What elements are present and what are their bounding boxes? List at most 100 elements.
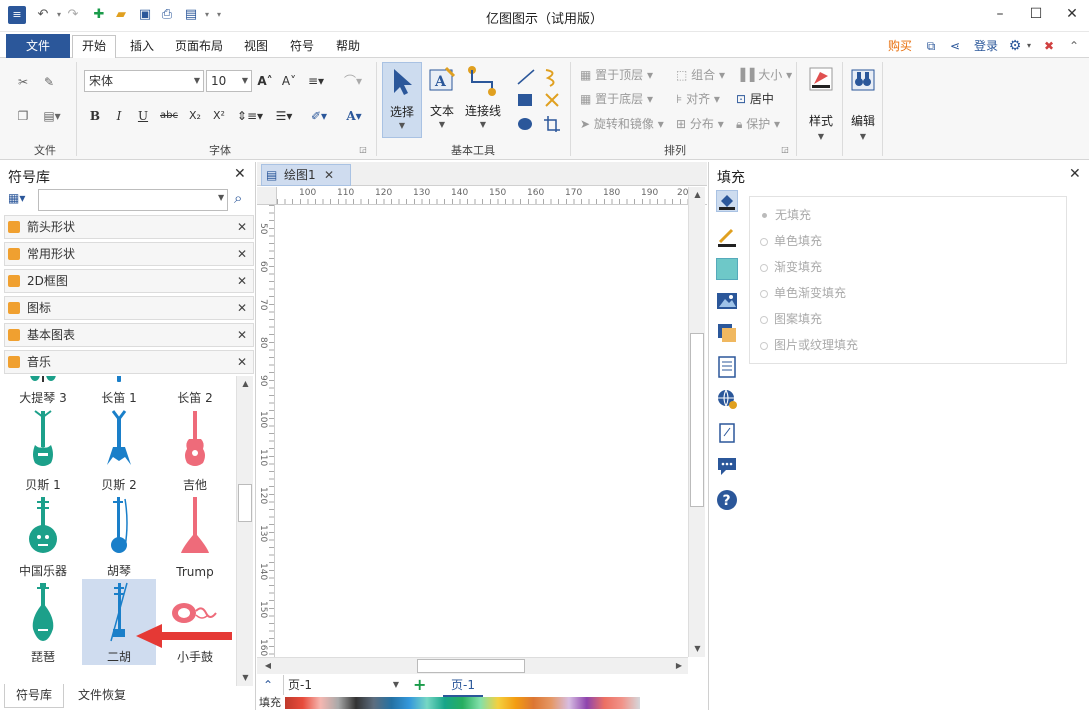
select-button[interactable]: 选择 ▼ [382, 62, 422, 138]
share-window-icon[interactable]: ⧉ [922, 36, 940, 58]
category-arrow-shapes[interactable]: 箭头形状 ✕ [4, 215, 254, 239]
protect-button[interactable]: 🔒︎ 保护 ▾ [736, 115, 780, 133]
scroll-down-icon[interactable]: ▼ [237, 670, 254, 686]
symbol-guitar[interactable]: 吉他 [158, 407, 232, 493]
page-selector[interactable]: 页-1 ▼ [283, 675, 403, 695]
image-icon[interactable] [716, 290, 738, 312]
italic-icon[interactable]: I [110, 106, 128, 126]
fill-option-pattern[interactable]: 图案填充 [760, 310, 822, 327]
bold-icon[interactable]: B [86, 106, 104, 126]
layers-icon[interactable] [716, 322, 738, 344]
scroll-up-icon[interactable]: ▲ [237, 376, 254, 392]
collapse-ribbon-icon[interactable]: ⌃ [1066, 36, 1082, 58]
symbol-pipa[interactable]: 琵琶 [6, 579, 80, 665]
canvas-vertical-scrollbar[interactable]: ▲ ▼ [688, 187, 705, 657]
buy-link[interactable]: 购买 [884, 36, 916, 58]
fill-option-solid[interactable]: 单色填充 [760, 232, 822, 249]
category-2d-block[interactable]: 2D框图 ✕ [4, 269, 254, 293]
chevron-down-icon[interactable]: ▼ [218, 193, 224, 202]
text-curve-icon[interactable]: ⌒▾ [338, 71, 368, 91]
arrange-dialog-launcher-icon[interactable]: ◲ [780, 140, 790, 160]
style-button[interactable]: 样式 ▼ [804, 64, 838, 144]
tab-page-layout[interactable]: 页面布局 [168, 36, 230, 58]
scroll-left-icon[interactable]: ◀ [261, 658, 275, 674]
add-page-icon[interactable]: + [413, 675, 426, 695]
comment-icon[interactable] [716, 455, 738, 477]
symbol-grid-scrollbar[interactable]: ▲ ▼ [236, 376, 253, 686]
hyperlink-globe-icon[interactable] [716, 388, 738, 410]
scroll-thumb[interactable] [238, 484, 252, 522]
close-icon[interactable]: ✕ [1069, 166, 1081, 182]
tab-insert[interactable]: 插入 [122, 36, 162, 58]
edit-button[interactable]: 编辑 ▼ [846, 64, 880, 144]
close-icon[interactable]: ✕ [234, 166, 246, 182]
tab-home[interactable]: 开始 [72, 35, 116, 59]
font-dialog-launcher-icon[interactable]: ◲ [358, 140, 368, 160]
symbol-flute-2[interactable]: 长笛 2 [158, 376, 232, 406]
symbol-cello-3[interactable]: 大提琴 3 [6, 376, 80, 406]
color-swatches[interactable] [285, 697, 640, 709]
line-style-icon[interactable] [716, 226, 738, 248]
tab-view[interactable]: 视图 [236, 36, 276, 58]
share-icon[interactable]: ⋖ [946, 36, 964, 58]
minimize-button[interactable]: – [990, 4, 1010, 24]
scroll-down-icon[interactable]: ▼ [689, 641, 706, 657]
send-to-back-button[interactable]: ▦ 置于底层 ▾ [580, 90, 653, 108]
symbol-search-input[interactable] [38, 189, 228, 211]
center-button[interactable]: ⊡ 居中 [736, 90, 774, 108]
tab-file[interactable]: 文件 [6, 34, 70, 58]
symbol-bass-2[interactable]: 贝斯 2 [82, 407, 156, 493]
settings-icon[interactable]: ⚙ [1006, 36, 1024, 58]
subscript-icon[interactable]: X₂ [186, 106, 204, 126]
line-spacing-icon[interactable]: ≡▾ [304, 71, 328, 91]
paragraph-spacing-icon[interactable]: ⇕≡▾ [236, 106, 264, 126]
size-button[interactable]: ▐▐ 大小 ▾ [736, 66, 792, 84]
symbol-bass-1[interactable]: 贝斯 1 [6, 407, 80, 493]
tab-symbol-library[interactable]: 符号库 [4, 684, 64, 708]
group-button[interactable]: ⬚ 组合 ▾ [676, 66, 725, 84]
fill-option-picture[interactable]: 图片或纹理填充 [760, 336, 858, 353]
help-icon[interactable]: ? [716, 489, 738, 511]
close-icon[interactable]: ✕ [237, 270, 247, 292]
tab-symbol[interactable]: 符号 [282, 36, 322, 58]
settings-dropdown-icon[interactable]: ▾ [1024, 36, 1034, 58]
category-basic-charts[interactable]: 基本图表 ✕ [4, 323, 254, 347]
underline-icon[interactable]: U [134, 106, 152, 126]
close-icon[interactable]: ✕ [324, 165, 334, 185]
shrink-font-icon[interactable]: A˅ [280, 71, 298, 91]
fill-bucket-icon[interactable] [716, 190, 738, 212]
attachment-icon[interactable] [716, 422, 738, 444]
close-icon[interactable]: ✕ [237, 243, 247, 265]
tab-file-recovery[interactable]: 文件恢复 [70, 684, 134, 708]
fill-option-single-gradient[interactable]: 单色渐变填充 [760, 284, 846, 301]
category-music[interactable]: 音乐 ✕ [4, 350, 254, 374]
symbol-chinese-instrument[interactable]: 中国乐器 [6, 493, 80, 579]
category-common-shapes[interactable]: 常用形状 ✕ [4, 242, 254, 266]
close-icon[interactable]: ✕ [237, 297, 247, 319]
scroll-thumb[interactable] [690, 333, 704, 507]
search-icon[interactable]: ⌕ [234, 189, 242, 207]
font-color-icon[interactable]: A▾ [340, 106, 368, 126]
font-name-select[interactable]: 宋体 ▼ [84, 70, 204, 92]
fill-option-gradient[interactable]: 渐变填充 [760, 258, 822, 275]
chevron-up-icon[interactable]: ⌃ [263, 675, 273, 695]
symbol-trumpet[interactable]: Trump [158, 493, 232, 579]
close-icon[interactable]: ✕ [237, 216, 247, 238]
highlight-icon[interactable]: ✐▾ [304, 106, 334, 126]
fill-option-none[interactable]: 无填充 [760, 206, 811, 223]
close-icon[interactable]: ✕ [237, 351, 247, 373]
paste-icon[interactable]: ▤▾ [40, 106, 64, 126]
close-icon[interactable]: ✕ [237, 324, 247, 346]
distribute-button[interactable]: ⊞ 分布 ▾ [676, 115, 724, 133]
format-painter-icon[interactable]: ✎ [40, 72, 58, 92]
library-menu-icon[interactable]: ▦▾ [8, 191, 36, 209]
align-button[interactable]: ⊧ 对齐 ▾ [676, 90, 720, 108]
rotate-mirror-button[interactable]: ➤ 旋转和镜像 ▾ [580, 115, 664, 133]
page-properties-icon[interactable] [716, 356, 738, 378]
cut-icon[interactable]: ✂ [14, 72, 32, 92]
symbol-huqin[interactable]: 胡琴 [82, 493, 156, 579]
symbol-flute-1[interactable]: 长笛 1 [82, 376, 156, 406]
scroll-thumb[interactable] [417, 659, 525, 673]
bring-to-front-button[interactable]: ▦ 置于顶层 ▾ [580, 66, 653, 84]
font-size-select[interactable]: 10 ▼ [206, 70, 252, 92]
